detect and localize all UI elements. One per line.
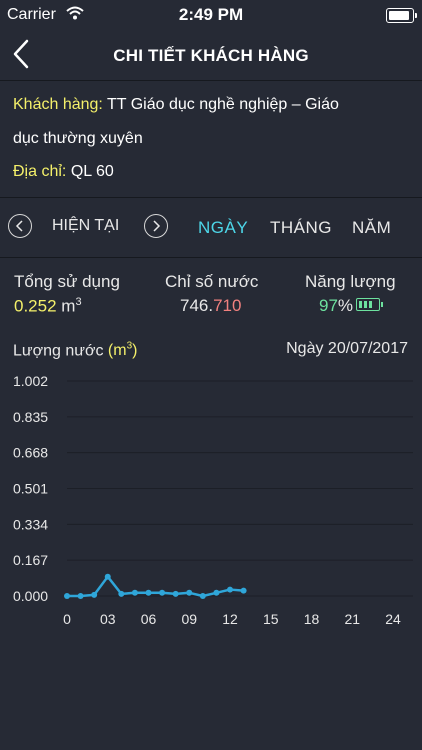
y-tick-label: 0.501: [13, 481, 48, 497]
tab-day[interactable]: NGÀY: [198, 218, 248, 238]
data-point: [213, 589, 220, 596]
status-bar: Carrier 2:49 PM: [0, 0, 422, 30]
prev-period-button[interactable]: [8, 214, 32, 238]
nav-bar: CHI TIẾT KHÁCH HÀNG: [0, 30, 422, 80]
clock: 2:49 PM: [178, 5, 244, 24]
chart-unit: (m3): [107, 341, 138, 360]
total-usage-label: Tổng sử dụng: [14, 272, 120, 291]
next-period-button[interactable]: [144, 214, 168, 238]
meter-reading-fraction: 710: [213, 296, 242, 315]
water-usage-chart: 1.002 0.835 0.668 0.501 0.334 0.167 0.000 0 03 06…: [13, 373, 413, 627]
customer-name: Khách hàng: TT Giáo dục nghề nghiệp – Gi…: [13, 89, 413, 121]
usage-stats: Tổng sử dụng 0.252 m3 Chỉ số nước 746.71…: [0, 262, 422, 324]
data-point: [199, 593, 206, 599]
y-tick-label: 0.334: [13, 516, 48, 532]
address-value: QL 60: [70, 163, 114, 180]
chart-header: Lượng nước (m3) Ngày 20/07/2017: [0, 336, 422, 366]
data-point: [159, 589, 166, 596]
customer-name-cont: dục thường xuyên: [13, 123, 413, 155]
x-tick-label: 09: [181, 611, 197, 627]
energy-unit: %: [337, 296, 354, 315]
period-selector: HIỆN TẠI NGÀY THÁNG NĂM: [0, 198, 422, 256]
y-tick-label: 0.668: [13, 445, 48, 461]
y-tick-label: 0.835: [13, 409, 48, 425]
divider: [0, 80, 422, 81]
x-tick-label: 12: [222, 611, 238, 627]
meter-reading-main: 746.: [180, 296, 214, 315]
meter-reading-label: Chỉ số nước: [165, 272, 259, 291]
y-tick-label: 1.002: [13, 373, 48, 389]
customer-name-label: Khách hàng:: [13, 96, 103, 113]
y-tick-label: 0.000: [13, 588, 48, 604]
chevron-right-icon: [153, 220, 161, 232]
tab-year[interactable]: NĂM: [352, 218, 391, 238]
x-tick-label: 24: [385, 611, 401, 627]
data-point: [240, 587, 247, 594]
divider: [0, 257, 422, 258]
chart-date: Ngày 20/07/2017: [286, 340, 408, 357]
data-point: [186, 589, 193, 596]
chart-title-text: Lượng nước: [13, 342, 104, 360]
current-period-label: HIỆN TẠI: [52, 217, 120, 234]
data-point: [64, 593, 70, 599]
data-point: [145, 589, 152, 596]
customer-name-line1: TT Giáo dục nghề nghiệp – Giáo: [107, 96, 339, 113]
total-usage-value: 0.252 m3: [14, 296, 82, 317]
x-tick-label: 15: [263, 611, 279, 627]
x-tick-label: 18: [304, 611, 320, 627]
energy-value: 97%: [319, 296, 384, 316]
x-tick-label: 03: [100, 611, 116, 627]
battery-icon: [386, 8, 417, 23]
data-point: [131, 589, 138, 596]
customer-address: Địa chỉ: QL 60: [13, 156, 413, 188]
address-label: Địa chỉ:: [13, 163, 67, 180]
page-title: CHI TIẾT KHÁCH HÀNG: [113, 46, 309, 65]
data-point: [77, 593, 84, 599]
battery-level-icon: [356, 298, 384, 312]
x-tick-label: 06: [141, 611, 157, 627]
data-point: [104, 573, 111, 580]
energy-number: 97: [319, 296, 338, 315]
meter-reading-value: 746.710: [180, 296, 241, 316]
data-point: [118, 590, 125, 597]
x-tick-label: 21: [344, 611, 360, 627]
energy-label: Năng lượng: [305, 272, 396, 291]
data-point: [172, 590, 179, 597]
chart-title: Lượng nước (m3): [13, 341, 137, 360]
y-tick-label: 0.167: [13, 552, 48, 568]
total-usage-unit-exp: 3: [75, 296, 82, 308]
data-point: [91, 591, 98, 598]
total-usage-unit: m: [61, 296, 76, 316]
x-tick-label: 0: [63, 611, 71, 627]
total-usage-number: 0.252: [14, 296, 57, 316]
chevron-left-icon: [15, 220, 23, 232]
data-point: [227, 586, 233, 593]
customer-name-line2: dục thường xuyên: [13, 130, 143, 147]
tab-month[interactable]: THÁNG: [270, 218, 332, 238]
